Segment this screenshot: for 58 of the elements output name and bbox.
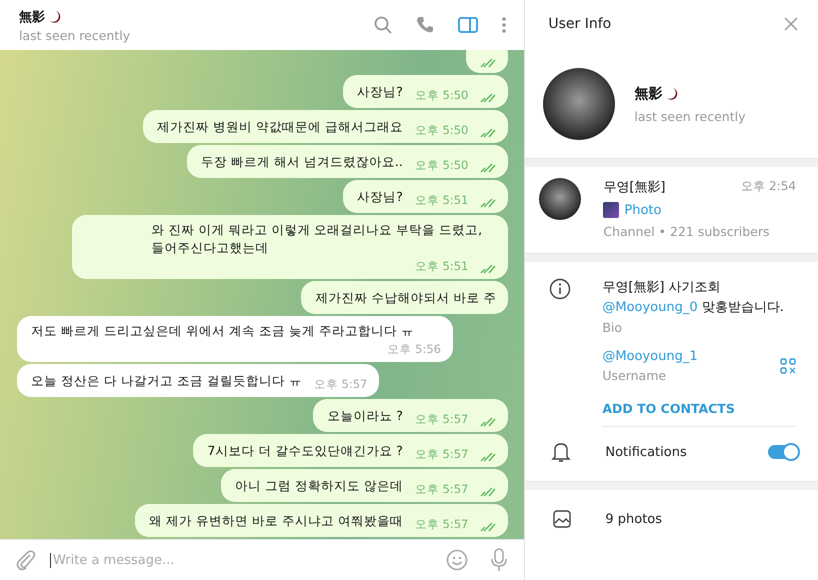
message-text: 사장님? [357,83,403,101]
media-count[interactable]: 9 photos [605,512,798,526]
message-time: 오후 5:57 [414,517,468,532]
emoji-icon[interactable] [446,549,468,571]
side-panel-icon[interactable] [458,17,478,33]
info-icon [549,278,572,300]
username-value[interactable]: @Mooyoung_1 [602,349,698,364]
message-time: 오후 5:57 [314,377,368,392]
qr-code-icon[interactable] [780,358,796,374]
notifications-label: Notifications [605,444,688,460]
message-time: 오후 5:51 [414,259,468,274]
photo-thumbnail [603,202,620,218]
microphone-icon[interactable] [490,548,508,572]
panel-title: User Info [548,16,612,32]
notifications-toggle[interactable] [768,445,798,459]
message-text: 오늘이라뇨 ? [327,407,403,425]
message-text: 7시보다 더 갈수도있단얘긴가요 ? [207,442,403,460]
chat-title: 無影 [19,8,45,26]
more-icon[interactable] [502,17,506,33]
message-time: 오후 5:56 [388,342,441,357]
bell-icon [551,441,572,463]
user-status: last seen recently [634,108,746,124]
message-time: 오후 5:50 [414,123,468,138]
message-time: 오후 5:57 [414,447,468,462]
message-time: 오후 5:57 [414,412,468,427]
message-preview: Photo [624,202,662,218]
username-label: Username [602,368,668,383]
photo-icon [553,510,572,528]
message-time: 오후 5:51 [414,193,468,208]
message-time: 오후 5:50 [414,158,468,173]
message-text: 아니 그럼 정확하지도 않은데 [234,477,403,495]
crescent-moon-icon [666,86,678,100]
phone-icon[interactable] [416,16,434,34]
channel-avatar-photo-placeholder [539,178,582,220]
message-text: 제가진짜 수납해야되서 바로 주 [315,289,496,307]
search-icon[interactable] [374,16,392,34]
add-to-contacts-button[interactable]: ADD TO CONTACTS [602,401,735,416]
message-text: 두장 빠르게 해서 넘겨드렸잖아요.. [201,153,403,171]
message-text: 제가진짜 병원비 약값때문에 급해서그래요 [156,118,403,136]
message-text: 와 진짜 이게 뭐라고 이렇게 오래걸리나요 부탁을 드렸고, 들어주신다고했는데 [151,221,484,257]
message-time: 오후 5:57 [414,482,468,497]
username-link[interactable]: @Mooyoung_0 [602,300,698,315]
channel-meta: Channel • 221 subscribers [603,224,770,239]
channel-time: 오후 2:54 [741,178,796,195]
paperclip-icon[interactable] [16,549,36,571]
channel-name: 무영[無影] [603,179,666,196]
message-time: 오후 5:50 [414,88,468,103]
bio-label: Bio [602,320,624,335]
message-text: 왜 제가 유변하면 바로 주시냐고 여쭤봤을때 [149,512,403,530]
crescent-moon-icon [49,10,61,24]
bio-text: 무영[無影] 사기조회 @Mooyoung_0 맞홍받습니다. [602,279,785,317]
message-text: 사장님? [357,188,403,206]
chat-status: last seen recently [19,28,130,42]
channel-item[interactable]: 무영[無影] 오후 2:54 Photo Channel • 221 subscribers [525,167,818,253]
message-text: 저도 빠르게 드리고싶은데 위에서 계속 조금 늦게 주라고합니다 ㅠ [31,322,414,340]
close-icon[interactable] [784,17,798,31]
user-name: 無影 [634,84,662,102]
message-text: 오늘 정산은 다 나갈거고 조금 걸릴듯합니다 ㅠ [31,372,302,390]
